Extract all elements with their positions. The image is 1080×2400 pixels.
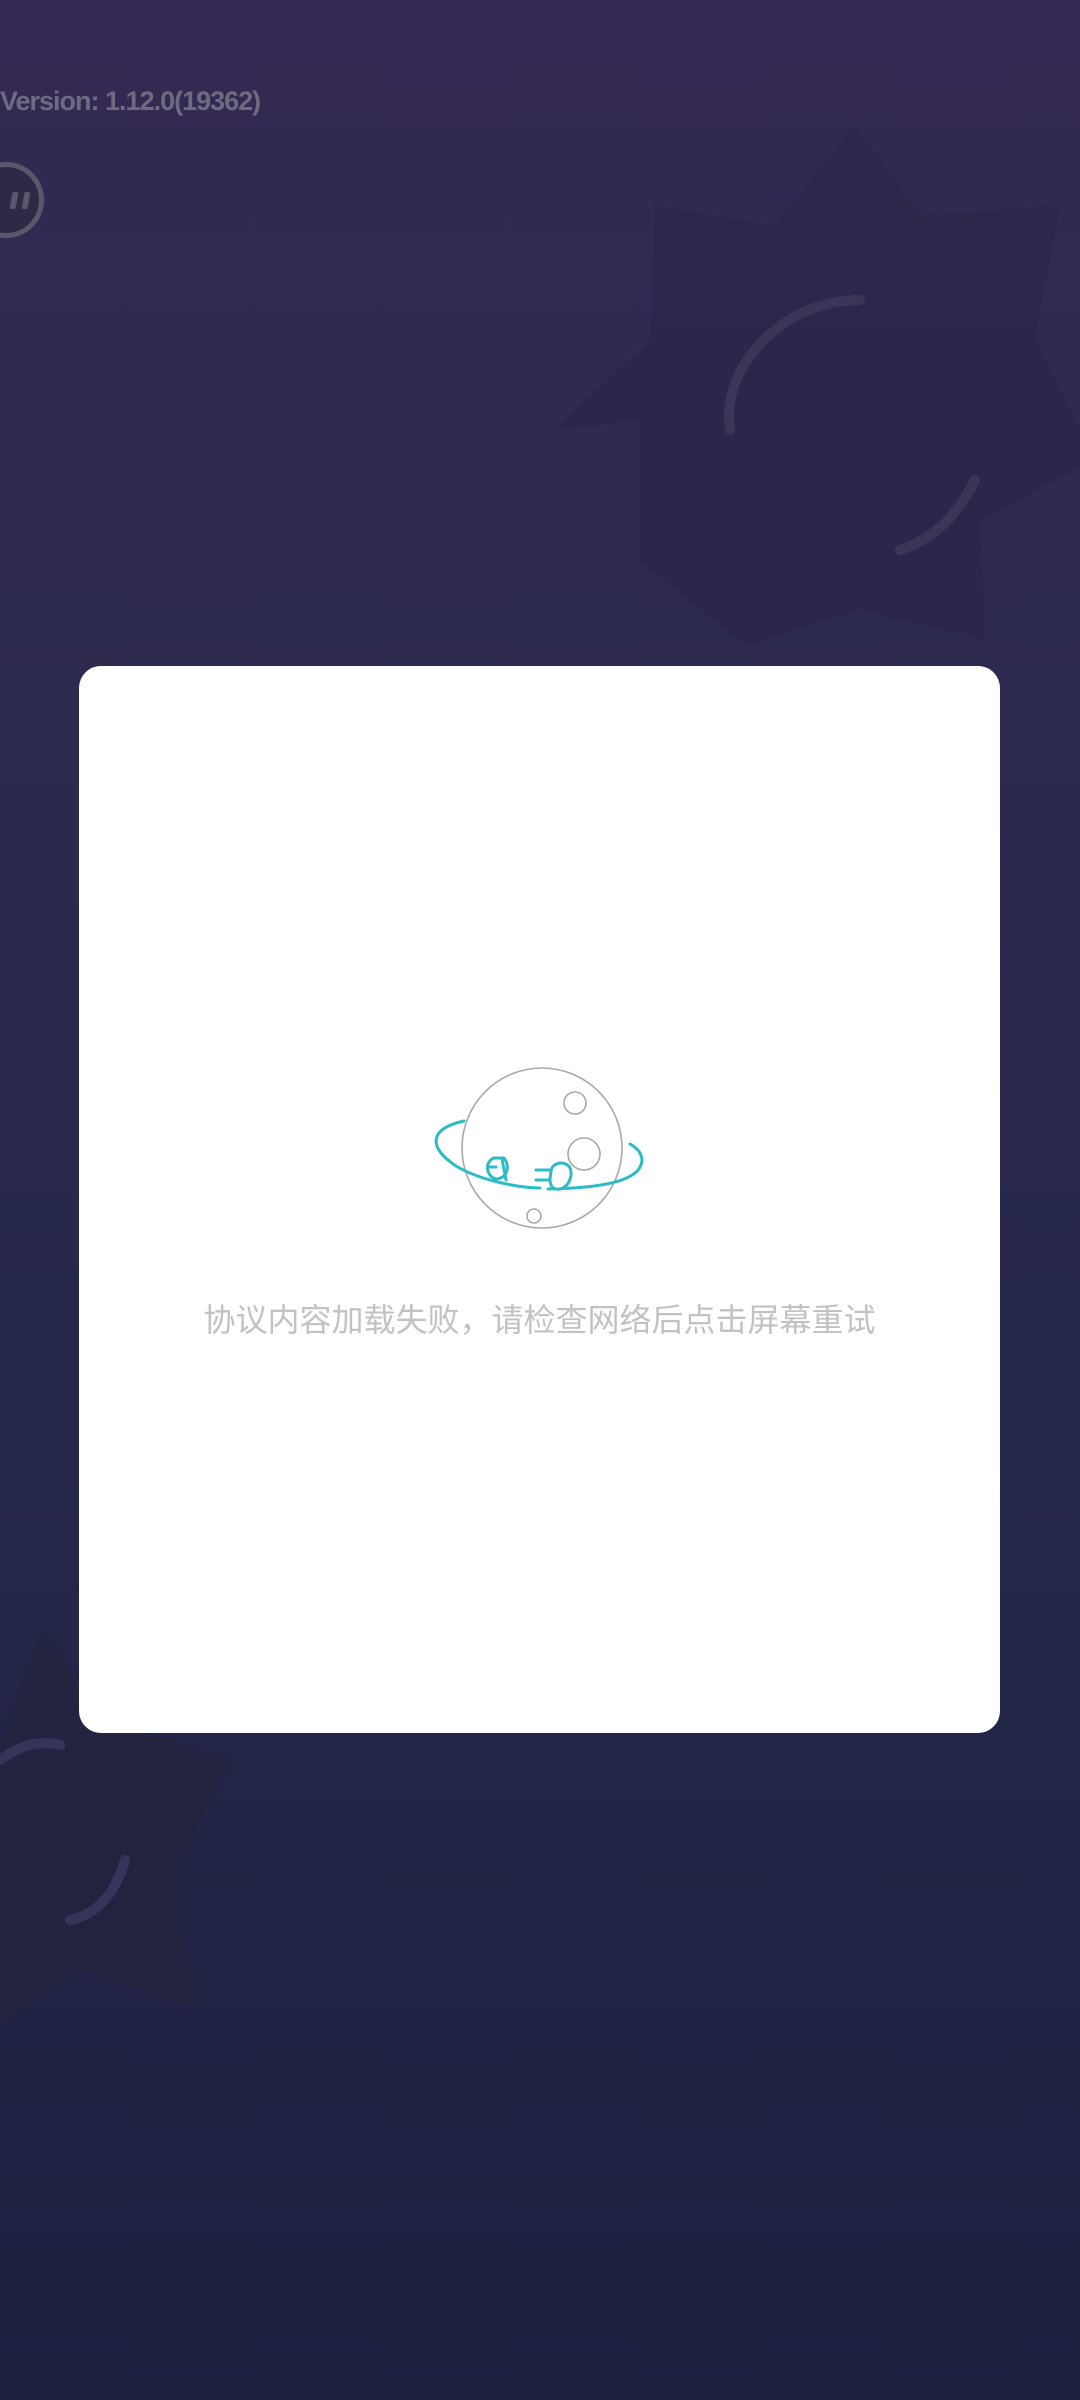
assistant-face-icon (9, 192, 19, 209)
load-failed-message: 协议内容加载失败，请检查网络后点击屏幕重试 (203, 1301, 876, 1339)
app-version-label: Version: 1.12.0(19362) (0, 86, 261, 116)
assistant-face-icon-eye (21, 192, 31, 209)
background-arc-3 (0, 1738, 65, 1765)
disconnected-planet-icon (434, 1067, 644, 1229)
background-arc-1 (723, 295, 865, 435)
floating-assistant-button[interactable] (0, 162, 44, 238)
background-arc-4 (65, 1855, 130, 1925)
background-arc-2 (895, 475, 980, 555)
background-star-shape (555, 125, 1080, 645)
retry-dialog-card[interactable]: 协议内容加载失败，请检查网络后点击屏幕重试 (79, 666, 1000, 1733)
app-screen: { "app": { "version_text": "Version: 1.1… (0, 0, 1080, 2400)
